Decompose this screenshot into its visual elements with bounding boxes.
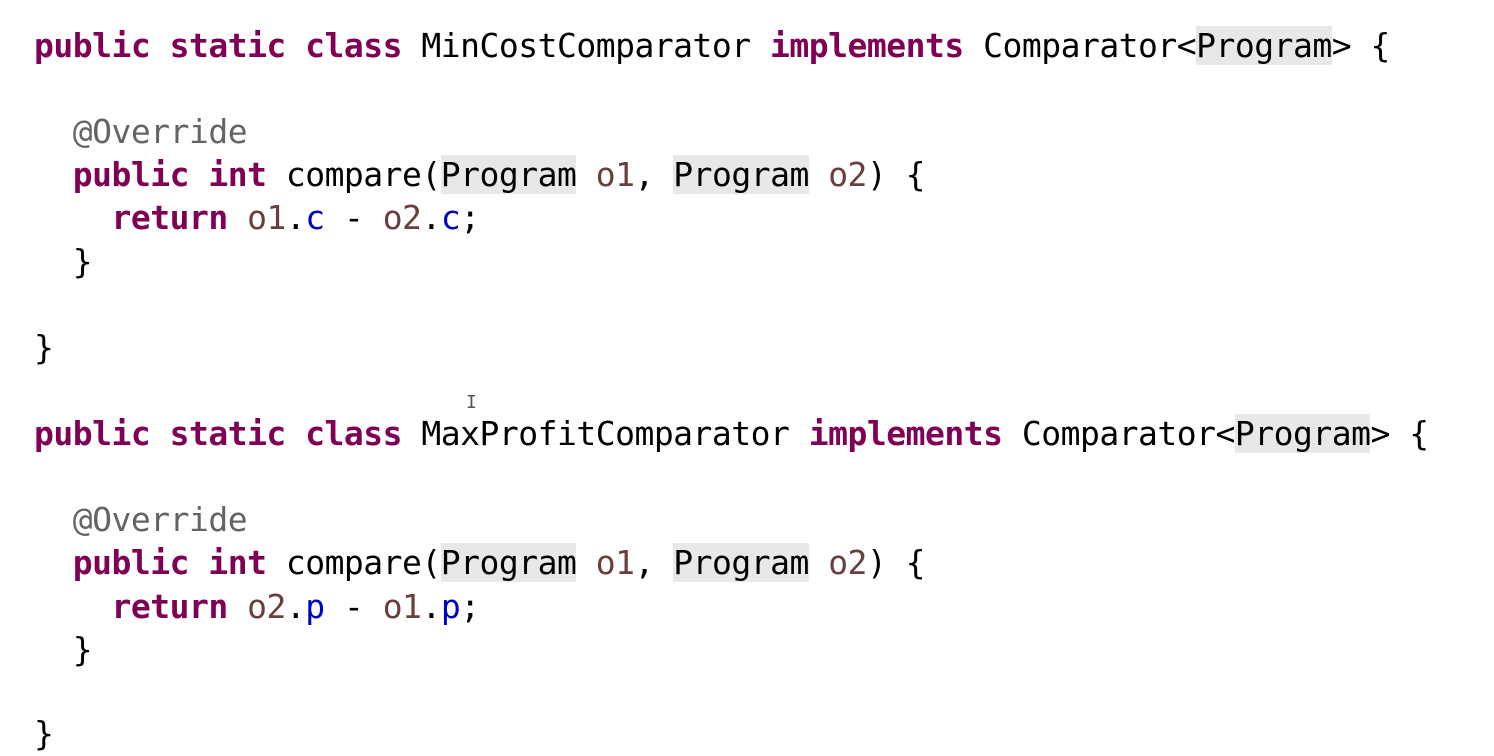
class-declaration-line: public static class MaxProfitComparator … [34,412,1429,455]
return-statement-line: return o1.c - o2.c; [34,196,480,239]
method-close-line: } [34,628,93,671]
method-name: compare( [285,543,441,582]
param-name: o1 [595,543,635,582]
keyword-implements: implements [770,26,964,65]
param-name: o1 [595,155,635,194]
class-name: MaxProfitComparator [421,414,790,453]
member-access-dot: . [421,198,441,237]
method-close-brace: } [72,630,93,669]
object-reference: o1 [247,198,286,237]
object-reference: o2 [382,198,422,237]
param-type: Program [673,543,809,582]
class-open-brace: > { [1370,414,1429,453]
field-reference: p [440,587,461,626]
keyword-static: static [169,414,287,453]
keyword-class: class [305,26,403,65]
keyword-int: int [208,543,267,582]
param-type: Program [673,155,809,194]
param-name: o2 [828,543,867,582]
member-access-dot: . [421,587,441,626]
member-access-dot: . [285,198,306,237]
method-declaration-line: public int compare(Program o1, Program o… [34,541,926,584]
keyword-return: return [111,198,228,237]
keyword-public: public [72,543,190,582]
text-cursor-icon: I [466,392,477,413]
class-close-line: } [34,712,54,755]
override-annotation: @Override [72,112,248,151]
annotation-line: @Override [34,498,248,541]
annotation-line: @Override [34,110,248,153]
keyword-int: int [208,155,267,194]
param-separator: , [634,543,674,582]
class-close-brace: } [34,714,54,753]
keyword-public: public [34,26,151,65]
method-declaration-line: public int compare(Program o1, Program o… [34,153,926,196]
class-name: MinCostComparator [421,26,751,65]
method-open-brace: ) { [866,543,926,582]
field-reference: p [305,587,325,626]
method-close-brace: } [72,242,93,281]
object-reference: o2 [247,587,286,626]
field-reference: c [440,198,461,237]
minus-operator: - [324,198,383,237]
semicolon: ; [460,198,480,237]
object-reference: o1 [382,587,422,626]
keyword-implements: implements [808,414,1003,453]
method-open-brace: ) { [866,155,926,194]
keyword-public: public [34,414,151,453]
keyword-class: class [305,414,403,453]
param-type: Program [440,155,577,194]
keyword-return: return [111,587,228,626]
minus-operator: - [324,587,383,626]
param-name: o2 [828,155,867,194]
method-close-line: } [34,240,93,283]
class-close-brace: } [34,328,54,367]
type-argument: Program [1234,414,1371,453]
keyword-public: public [72,155,190,194]
type-argument: Program [1196,26,1332,65]
semicolon: ; [460,587,480,626]
param-type: Program [440,543,577,582]
class-close-line: } [34,326,54,369]
interface-name: Comparator< [983,26,1197,65]
param-separator: , [634,155,674,194]
field-reference: c [305,198,325,237]
return-statement-line: return o2.p - o1.p; [34,585,480,628]
interface-name: Comparator< [1021,414,1236,453]
code-editor[interactable]: public static class MinCostComparator im… [0,0,1494,756]
class-open-brace: > { [1331,26,1391,65]
class-declaration-line: public static class MinCostComparator im… [34,24,1390,67]
method-name: compare( [285,155,441,194]
member-access-dot: . [285,587,306,626]
override-annotation: @Override [72,500,248,539]
keyword-static: static [169,26,287,65]
